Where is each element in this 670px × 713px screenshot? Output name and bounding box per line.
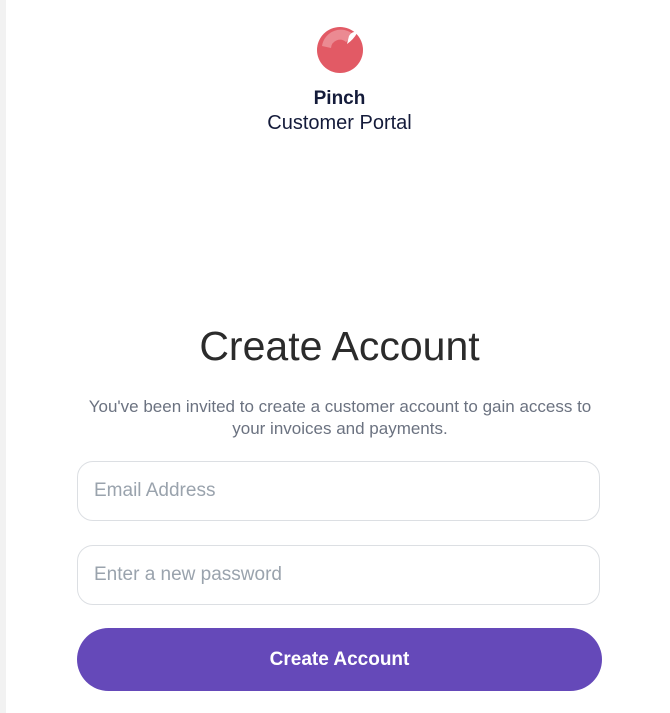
pinch-logo-icon	[316, 27, 363, 73]
password-field	[77, 545, 600, 605]
brand-subtitle: Customer Portal	[267, 112, 412, 134]
password-input[interactable]	[78, 546, 599, 604]
brand-header: Pinch Customer Portal	[0, 26, 670, 136]
create-account-button[interactable]: Create Account	[77, 628, 602, 691]
brand-name: Pinch	[313, 88, 366, 109]
page: Pinch Customer Portal Create Account You…	[0, 0, 670, 713]
email-input[interactable]	[78, 462, 599, 520]
invite-description: You've been invited to create a customer…	[88, 397, 592, 438]
email-field	[77, 461, 600, 521]
page-title: Create Account	[199, 323, 480, 369]
